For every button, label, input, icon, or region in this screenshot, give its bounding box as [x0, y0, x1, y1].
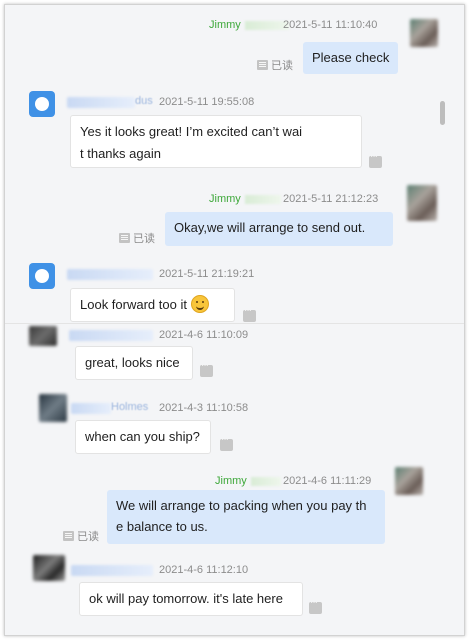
smiling-face-emoji: [190, 295, 209, 313]
qq-penguin-avatar-icon[interactable]: [29, 91, 55, 117]
more-options-icon[interactable]: [309, 597, 322, 614]
message-timestamp: 2021-5-11 11:10:40: [283, 19, 378, 31]
more-options-icon[interactable]: [220, 434, 233, 451]
message-timestamp: 2021-5-11 19:55:08: [159, 96, 255, 108]
read-receipt-label: 已读: [133, 233, 155, 245]
message-timestamp: 2021-5-11 21:19:21: [159, 268, 255, 280]
redacted-name: [250, 476, 281, 486]
user-avatar[interactable]: [33, 555, 65, 581]
message-timestamp: 2021-4-6 11:10:09: [159, 329, 249, 341]
read-receipt-label: 已读: [271, 60, 293, 72]
message-bubble-outgoing[interactable]: Okay,we will arrange to send out.: [165, 212, 393, 246]
message-text: ok will pay tomorrow. it's late here: [89, 591, 283, 606]
message-timestamp: 2021-4-3 11:10:58: [159, 402, 249, 414]
sender-name-text: dus: [135, 95, 153, 107]
message-bubble-incoming[interactable]: Look forward too it: [70, 288, 235, 322]
message-text-line: Yes it looks great! I’m excited can’t wa…: [80, 124, 303, 139]
sender-name: Jimmy: [215, 475, 281, 487]
user-avatar[interactable]: [410, 19, 438, 47]
message-text-line: t thanks again: [80, 146, 161, 161]
qq-penguin-avatar-icon[interactable]: [29, 263, 55, 289]
more-options-icon[interactable]: [243, 305, 256, 322]
read-receipt: 已读: [257, 57, 293, 73]
scrollbar-thumb[interactable]: [440, 101, 445, 125]
message-timestamp: 2021-4-6 11:11:29: [283, 475, 372, 487]
redacted-name: [67, 269, 153, 280]
message-bubble-incoming[interactable]: Yes it looks great! I’m excited can’t wa…: [70, 115, 362, 168]
message-text: Look forward too it: [80, 297, 187, 312]
message-text: Okay,we will arrange to send out.: [174, 220, 366, 235]
redacted-name: [71, 565, 153, 576]
redacted-name: [69, 330, 153, 341]
message-text: Please check: [312, 50, 390, 65]
sender-name: Jimmy: [209, 193, 281, 205]
read-receipt-icon: [119, 233, 130, 243]
more-options-icon[interactable]: [200, 360, 213, 377]
read-receipt-icon: [63, 531, 74, 541]
sender-name-text: Jimmy: [215, 475, 247, 487]
sender-name-text: Jimmy: [209, 193, 241, 205]
message-text: great, looks nice: [85, 355, 180, 370]
redacted-name: [71, 403, 111, 414]
message-bubble-incoming[interactable]: when can you ship?: [75, 420, 211, 454]
sender-name: Jimmy: [209, 19, 289, 31]
redacted-name: [244, 194, 281, 204]
user-avatar[interactable]: [29, 326, 57, 346]
chat-screenshot-frame: Jimmy 2021-5-11 11:10:40 已读 Please check…: [4, 4, 465, 636]
read-receipt: 已读: [63, 528, 99, 544]
sender-name-text: Jimmy: [209, 19, 241, 31]
chat-panel-lower: 2021-4-6 11:10:09 great, looks nice Holm…: [5, 323, 464, 635]
message-bubble-outgoing[interactable]: Please check: [303, 42, 399, 74]
message-timestamp: 2021-5-11 21:12:23: [283, 193, 379, 205]
sender-name-text: Holmes: [111, 401, 149, 413]
read-receipt: 已读: [119, 230, 155, 246]
user-avatar[interactable]: [39, 394, 67, 422]
chat-panel-upper: Jimmy 2021-5-11 11:10:40 已读 Please check…: [5, 5, 464, 323]
read-receipt-icon: [257, 60, 268, 70]
message-bubble-incoming[interactable]: great, looks nice: [75, 346, 193, 380]
message-text-line: We will arrange to packing when you pay …: [116, 498, 367, 513]
message-timestamp: 2021-4-6 11:12:10: [159, 564, 249, 576]
redacted-name: [67, 97, 135, 108]
message-bubble-outgoing[interactable]: We will arrange to packing when you pay …: [107, 490, 385, 544]
user-avatar[interactable]: [395, 467, 423, 495]
read-receipt-label: 已读: [77, 531, 99, 543]
message-bubble-incoming[interactable]: ok will pay tomorrow. it's late here: [79, 582, 303, 616]
more-options-icon[interactable]: [369, 151, 382, 168]
message-text: when can you ship?: [85, 429, 200, 444]
user-avatar[interactable]: [407, 185, 437, 221]
message-text-line: e balance to us.: [116, 519, 208, 534]
